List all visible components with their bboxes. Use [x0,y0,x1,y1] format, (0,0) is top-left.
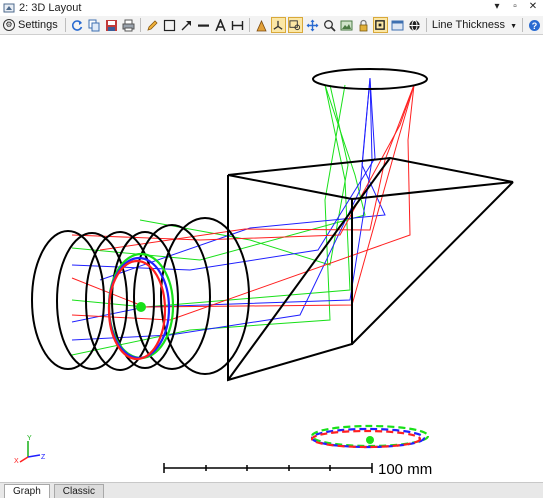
lock-icon[interactable] [356,17,371,33]
zoom-icon[interactable] [322,17,337,33]
copy-icon[interactable] [87,17,102,33]
bottom-chief-point [366,436,374,444]
arrow-icon[interactable] [179,17,194,33]
axis-z-label: Z [41,454,46,461]
print-icon[interactable] [121,17,136,33]
ray-bundle-green [71,84,366,356]
window-titlebar: 2: 3D Layout ▾ ▫ ✕ [0,0,543,17]
rectangle-icon[interactable] [162,17,177,33]
lens-element [56,232,128,370]
toolbar-separator [522,18,523,32]
window-title: 2: 3D Layout [19,2,82,14]
axis-y-label: Y [27,435,32,442]
toolbar-separator [64,18,66,32]
chevron-down-icon: ▼ [510,23,518,30]
app-icon [3,3,15,13]
globe-icon[interactable] [407,17,422,33]
settings-icon: ⚙ [3,19,15,31]
toolbar-separator [139,18,141,32]
help-icon[interactable]: ? [527,17,542,33]
toolbar-separator [425,18,427,32]
scale-bar-label: 100 mm [378,461,433,478]
rays [71,77,415,356]
pan-icon[interactable] [305,17,320,33]
zoom-window-icon[interactable] [287,17,303,33]
tab-graph[interactable]: Graph [4,484,50,498]
ray-bundle-red [71,84,415,321]
line-icon[interactable] [196,17,211,33]
text-icon[interactable] [213,17,228,33]
settings-label: Settings [18,19,58,31]
axis-x-label: X [14,458,19,465]
svg-text:?: ? [532,21,538,31]
save-icon[interactable] [104,17,119,33]
rotate-axes-icon[interactable] [270,17,286,33]
toolbar: ⚙ Settings Line Thickness ▼ ? [0,16,543,35]
pin-icon[interactable]: ▾ [491,1,503,13]
line-thickness-label: Line Thickness [431,19,506,31]
settings-button[interactable]: ⚙ Settings [3,19,58,31]
dimension-icon[interactable] [230,17,245,33]
pencil-icon[interactable] [145,17,160,33]
view-tabs: Graph Classic [0,482,543,498]
close-icon[interactable]: ✕ [527,1,539,13]
scale-bar [163,463,373,473]
maximize-icon[interactable]: ▫ [509,1,521,13]
chief-ray-point [136,302,146,312]
toolbar-separator [248,18,250,32]
window-icon[interactable] [390,17,405,33]
tab-classic[interactable]: Classic [53,484,105,498]
export-image-icon[interactable] [339,17,354,33]
line-thickness-dropdown[interactable]: Line Thickness ▼ [432,19,517,31]
fit-icon[interactable] [372,17,388,33]
refresh-icon[interactable] [70,17,85,33]
annotation-icon[interactable] [254,17,269,33]
axis-triad: Y Z X [14,435,46,465]
prism [227,156,514,382]
lens-group [31,217,250,375]
lens-element [160,217,250,375]
layout-3d-canvas[interactable]: Y Z X [0,35,543,482]
